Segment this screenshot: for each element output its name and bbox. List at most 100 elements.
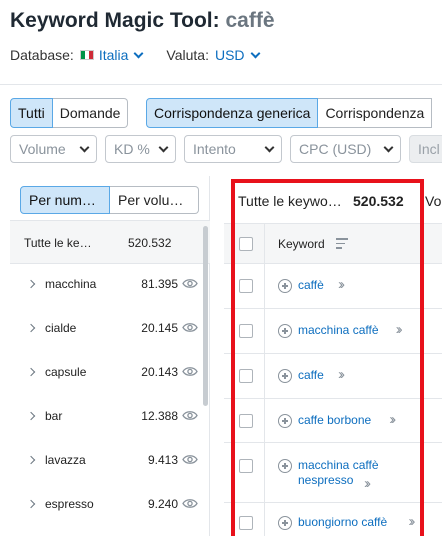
chevron-down-icon bbox=[264, 142, 275, 152]
all-keywords-group[interactable]: Tutte le ke… 520.532 bbox=[10, 220, 210, 264]
filter-bar: Volume KD % Intento CPC (USD) Incl bbox=[10, 135, 442, 163]
filter-include[interactable]: Incl bbox=[409, 135, 442, 163]
keyword-text: caffè bbox=[298, 278, 324, 292]
keyword-link[interactable]: caffe borbone bbox=[298, 413, 371, 428]
tab-all[interactable]: Tutti bbox=[10, 98, 53, 128]
database-selector[interactable]: Italia bbox=[79, 47, 144, 63]
add-to-list-icon[interactable] bbox=[278, 324, 292, 338]
group-count: 9.413 bbox=[147, 453, 178, 467]
table-header: Keyword bbox=[224, 224, 442, 264]
tab-match-2[interactable]: Corrispondenza bbox=[318, 98, 433, 128]
add-to-list-icon[interactable] bbox=[278, 414, 292, 428]
filter-cpc[interactable]: CPC (USD) bbox=[290, 135, 401, 163]
group-count: 9.240 bbox=[147, 497, 178, 511]
eye-icon[interactable] bbox=[182, 322, 198, 333]
group-count: 20.143 bbox=[141, 365, 178, 379]
italy-flag-icon bbox=[79, 50, 94, 60]
table-summary: Tutte le keywo… 520.532 Vol bbox=[224, 176, 442, 224]
chevron-right-icon[interactable] bbox=[26, 323, 36, 333]
double-chevron-right-icon[interactable]: ›› bbox=[408, 513, 415, 530]
chevron-down-icon bbox=[250, 48, 260, 58]
group-count: 20.145 bbox=[141, 321, 178, 335]
chevron-right-icon[interactable] bbox=[26, 499, 36, 509]
group-row[interactable]: cialde 20.145 bbox=[10, 308, 210, 352]
tab-broad-match[interactable]: Corrispondenza generica bbox=[146, 98, 319, 128]
filter-label: Intento bbox=[193, 141, 236, 157]
keyword-column-header[interactable]: Keyword bbox=[278, 237, 325, 251]
row-checkbox[interactable] bbox=[239, 414, 253, 428]
row-checkbox[interactable] bbox=[239, 369, 253, 383]
filter-label: Volume bbox=[19, 141, 66, 157]
row-checkbox[interactable] bbox=[239, 516, 253, 530]
currency-selector[interactable]: USD bbox=[215, 47, 260, 63]
double-chevron-right-icon[interactable]: ›› bbox=[364, 475, 371, 492]
group-row[interactable]: macchina 81.395 bbox=[10, 264, 210, 308]
chevron-right-icon[interactable] bbox=[26, 455, 36, 465]
database-value: Italia bbox=[98, 47, 129, 63]
column-divider bbox=[264, 354, 265, 399]
double-chevron-right-icon[interactable]: ›› bbox=[338, 276, 345, 293]
database-label: Database: bbox=[10, 47, 74, 63]
select-all-checkbox[interactable] bbox=[239, 237, 253, 251]
keyword-link[interactable]: buongiorno caffè bbox=[298, 515, 387, 530]
filter-label: KD % bbox=[114, 141, 150, 157]
table-row[interactable]: macchina caffè nespresso ›› bbox=[224, 443, 442, 503]
table-row[interactable]: caffe ›› bbox=[224, 354, 442, 399]
keyword-link[interactable]: caffe bbox=[298, 368, 324, 383]
currency-label: Valuta: bbox=[166, 47, 209, 63]
tab-questions[interactable]: Domande bbox=[52, 98, 129, 128]
keyword-text: buongiorno caffè bbox=[298, 515, 388, 529]
groups-scrollbar[interactable] bbox=[203, 226, 208, 406]
double-chevron-right-icon[interactable]: ›› bbox=[396, 321, 403, 338]
sort-by-volume-button[interactable]: Per volu… bbox=[110, 186, 199, 214]
filter-label: CPC (USD) bbox=[299, 141, 372, 157]
add-to-list-icon[interactable] bbox=[278, 459, 292, 473]
group-name: macchina bbox=[45, 277, 97, 291]
keyword-link[interactable]: caffè bbox=[298, 278, 324, 293]
add-to-list-icon[interactable] bbox=[278, 516, 292, 530]
group-row[interactable]: espresso 9.240 bbox=[10, 484, 210, 528]
table-row[interactable]: buongiorno caffè ›› bbox=[224, 503, 442, 536]
filter-intent[interactable]: Intento bbox=[184, 135, 282, 163]
chevron-right-icon[interactable] bbox=[26, 279, 36, 289]
keyword-link[interactable]: macchina caffè bbox=[298, 323, 379, 338]
eye-icon[interactable] bbox=[182, 498, 198, 509]
meta-row: Database: Italia Valuta: USD bbox=[10, 47, 260, 63]
row-checkbox[interactable] bbox=[239, 324, 253, 338]
header-divider bbox=[0, 84, 442, 85]
group-name: capsule bbox=[45, 365, 87, 379]
eye-icon[interactable] bbox=[182, 410, 198, 421]
chevron-right-icon[interactable] bbox=[26, 367, 36, 377]
double-chevron-right-icon[interactable]: ›› bbox=[389, 411, 396, 428]
table-row[interactable]: caffè ›› bbox=[224, 264, 442, 309]
keyword-groups-panel: Per num… Per volu… Tutte le ke… 520.532 … bbox=[10, 176, 210, 536]
keyword-text: macchina caffè bbox=[298, 458, 379, 472]
sort-icon[interactable] bbox=[336, 238, 348, 252]
double-chevron-right-icon[interactable]: ›› bbox=[338, 366, 345, 383]
table-row[interactable]: caffe borbone ›› bbox=[224, 399, 442, 443]
row-checkbox[interactable] bbox=[239, 279, 253, 293]
group-row[interactable]: bar 12.388 bbox=[10, 396, 210, 440]
sort-by-number-button[interactable]: Per num… bbox=[20, 186, 110, 214]
table-row[interactable]: macchina caffè ›› bbox=[224, 309, 442, 354]
chevron-down-icon bbox=[79, 142, 90, 152]
chevron-down-icon bbox=[158, 142, 169, 152]
column-divider bbox=[264, 309, 265, 354]
column-divider bbox=[264, 443, 265, 503]
eye-icon[interactable] bbox=[182, 454, 198, 465]
group-row[interactable]: capsule 20.143 bbox=[10, 352, 210, 396]
group-count: 12.388 bbox=[141, 409, 178, 423]
add-to-list-icon[interactable] bbox=[278, 279, 292, 293]
group-name: espresso bbox=[45, 497, 94, 511]
chevron-right-icon[interactable] bbox=[26, 411, 36, 421]
add-to-list-icon[interactable] bbox=[278, 369, 292, 383]
eye-icon[interactable] bbox=[182, 278, 198, 289]
filter-kd[interactable]: KD % bbox=[105, 135, 176, 163]
group-count: 81.395 bbox=[141, 277, 178, 291]
match-mode-tabs: Corrispondenza generica Corrispondenza bbox=[146, 98, 433, 128]
filter-volume[interactable]: Volume bbox=[10, 135, 97, 163]
group-row[interactable]: lavazza 9.413 bbox=[10, 440, 210, 484]
row-checkbox[interactable] bbox=[239, 459, 253, 473]
eye-icon[interactable] bbox=[182, 366, 198, 377]
keyword-table-panel: Tutte le keywo… 520.532 Vol Keyword caff… bbox=[224, 176, 442, 536]
